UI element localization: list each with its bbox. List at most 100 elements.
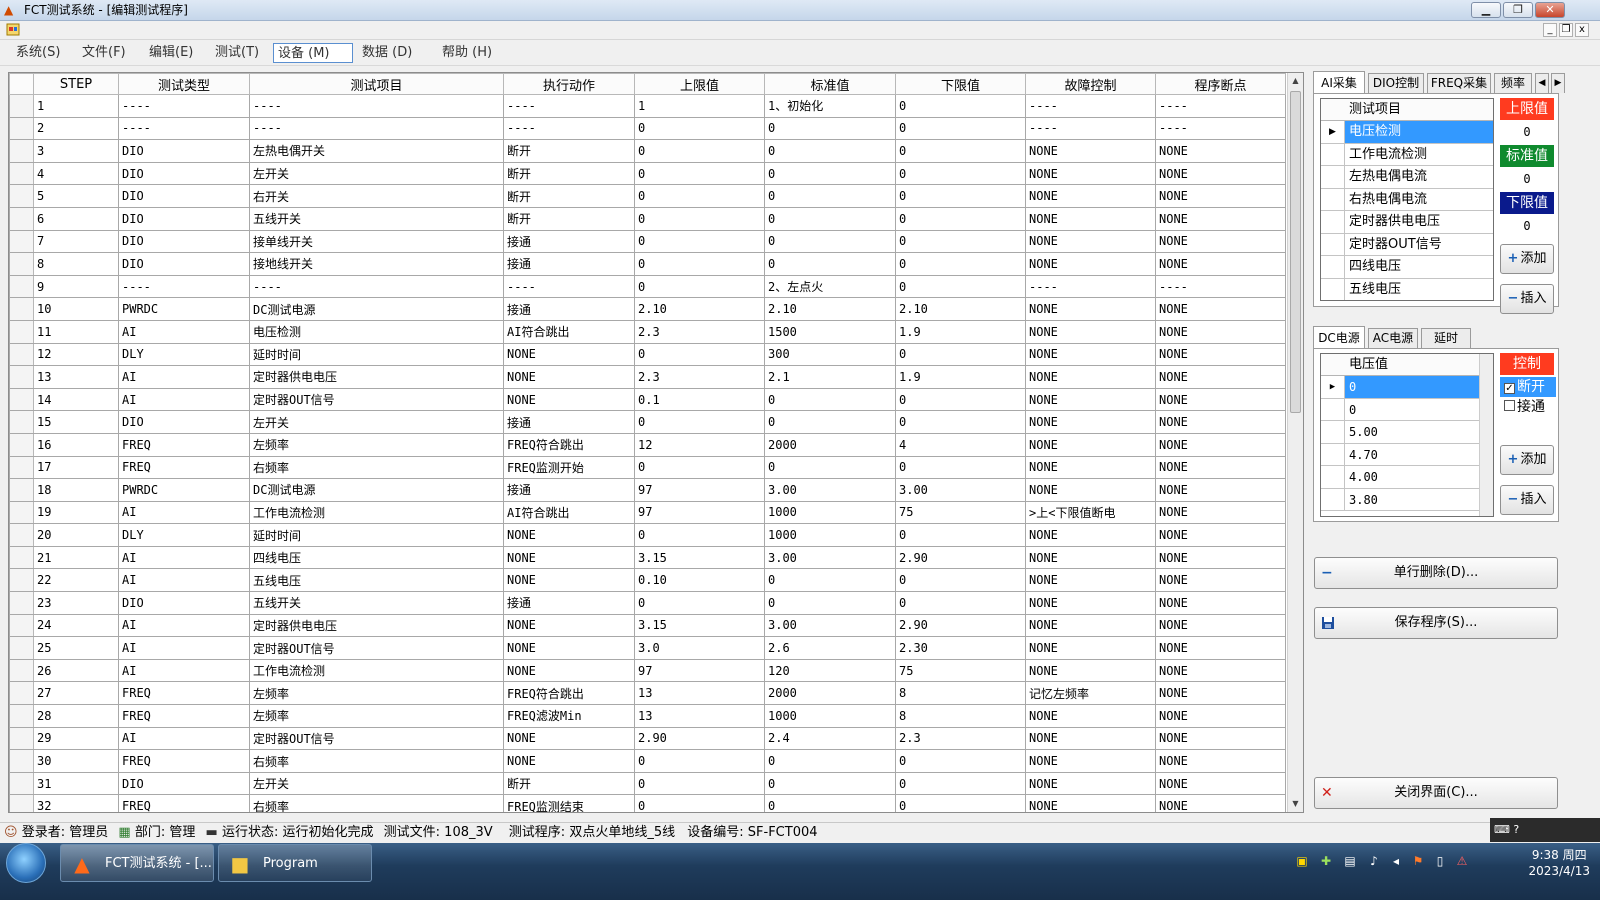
cell-item[interactable]: 左频率: [249, 432, 504, 457]
cell-standard[interactable]: 2、左点火: [764, 274, 896, 299]
table-row[interactable]: 12 DLY 延时时间 NONE 0 300 0 NONE NONE: [9, 342, 1286, 367]
cell-upper[interactable]: 2.3: [634, 319, 765, 344]
cell-fault[interactable]: NONE: [1025, 252, 1156, 276]
cell-upper[interactable]: 0: [634, 206, 765, 231]
cell-lower[interactable]: 3.00: [895, 478, 1026, 502]
cell-type[interactable]: FREQ: [118, 794, 250, 812]
cell-standard[interactable]: 0: [764, 591, 896, 615]
menu-device[interactable]: 设备 (M): [273, 43, 353, 63]
table-row[interactable]: 29 AI 定时器OUT信号 NONE 2.90 2.4 2.3 NONE NONE: [9, 726, 1286, 751]
table-row[interactable]: 5 DIO 右开关 断开 0 0 0 NONE NONE: [9, 184, 1286, 208]
cell-standard[interactable]: 120: [764, 658, 896, 683]
cell-step[interactable]: 20: [33, 523, 119, 547]
col-header-upper[interactable]: 上限值: [634, 73, 765, 95]
cell-type[interactable]: AI: [118, 613, 250, 638]
table-row[interactable]: 31 DIO 左开关 断开 0 0 0 NONE NONE: [9, 771, 1286, 796]
row-indicator[interactable]: [9, 568, 34, 593]
table-row[interactable]: 26 AI 工作电流检测 NONE 97 120 75 NONE NONE: [9, 658, 1286, 683]
cell-fault[interactable]: NONE: [1025, 545, 1156, 570]
upper-limit-value[interactable]: 0: [1500, 122, 1554, 142]
cell-upper[interactable]: 2.90: [634, 726, 765, 751]
tray-volume-icon[interactable]: ♪: [1366, 853, 1382, 869]
cell-step[interactable]: 25: [33, 636, 119, 660]
task-fct-app[interactable]: ▲ FCT测试系统 - [...: [60, 844, 214, 882]
row-indicator[interactable]: [9, 704, 34, 728]
cell-breakpoint[interactable]: NONE: [1155, 387, 1286, 412]
ai-item-list[interactable]: 测试项目 ▶ 电压检测 工作电流检测 左热电偶电流 右热电偶电流 定时器供电电压 定时器OU…: [1320, 98, 1494, 301]
cell-type[interactable]: FREQ: [118, 749, 250, 773]
tab-ac-power[interactable]: AC电源: [1368, 328, 1418, 348]
menu-file[interactable]: 文件(F): [78, 43, 130, 63]
cell-lower[interactable]: 0: [895, 591, 1026, 615]
cell-type[interactable]: DIO: [118, 252, 250, 276]
ai-list-item[interactable]: 工作电流检测: [1321, 143, 1493, 166]
cell-breakpoint[interactable]: NONE: [1155, 545, 1286, 570]
cell-action[interactable]: 断开: [503, 184, 635, 208]
row-indicator[interactable]: [9, 297, 34, 321]
cell-type[interactable]: AI: [118, 636, 250, 660]
cell-standard[interactable]: 1、初始化: [764, 94, 896, 118]
lower-limit-value[interactable]: 0: [1500, 216, 1554, 236]
cell-standard[interactable]: 2.6: [764, 636, 896, 660]
table-row[interactable]: 16 FREQ 左频率 FREQ符合跳出 12 2000 4 NONE NONE: [9, 432, 1286, 457]
cell-action[interactable]: NONE: [503, 545, 635, 570]
table-row[interactable]: 27 FREQ 左频率 FREQ符合跳出 13 2000 8 记忆左频率 NONE: [9, 681, 1286, 706]
cell-type[interactable]: DIO: [118, 591, 250, 615]
cell-fault[interactable]: NONE: [1025, 794, 1156, 812]
cell-step[interactable]: 24: [33, 613, 119, 638]
cell-item[interactable]: 定时器供电电压: [249, 613, 504, 638]
cell-breakpoint[interactable]: NONE: [1155, 613, 1286, 638]
tab-dio[interactable]: DIO控制: [1368, 73, 1424, 93]
menu-data[interactable]: 数据 (D): [358, 43, 416, 63]
cell-breakpoint[interactable]: NONE: [1155, 771, 1286, 796]
cell-action[interactable]: 接通: [503, 252, 635, 276]
table-row[interactable]: 9 ---- ---- ---- 0 2、左点火 0 ---- ----: [9, 274, 1286, 299]
table-row[interactable]: 13 AI 定时器供电电压 NONE 2.3 2.1 1.9 NONE NONE: [9, 365, 1286, 389]
cell-item[interactable]: ----: [249, 94, 504, 118]
cell-standard[interactable]: 0: [764, 749, 896, 773]
cell-type[interactable]: DIO: [118, 229, 250, 254]
cell-step[interactable]: 26: [33, 658, 119, 683]
cell-standard[interactable]: 2.1: [764, 365, 896, 389]
tab-delay[interactable]: 延时: [1421, 328, 1471, 348]
cell-action[interactable]: 接通: [503, 410, 635, 434]
cell-lower[interactable]: 8: [895, 681, 1026, 706]
cell-fault[interactable]: NONE: [1025, 636, 1156, 660]
cell-standard[interactable]: 0: [764, 568, 896, 593]
cell-step[interactable]: 15: [33, 410, 119, 434]
cell-step[interactable]: 29: [33, 726, 119, 751]
row-indicator[interactable]: [9, 523, 34, 547]
table-row[interactable]: 23 DIO 五线开关 接通 0 0 0 NONE NONE: [9, 591, 1286, 615]
cell-lower[interactable]: 0: [895, 410, 1026, 434]
cell-standard[interactable]: 0: [764, 410, 896, 434]
cell-type[interactable]: FREQ: [118, 681, 250, 706]
cell-step[interactable]: 23: [33, 591, 119, 615]
col-header-breakpoint[interactable]: 程序断点: [1155, 73, 1286, 95]
cell-lower[interactable]: 0: [895, 184, 1026, 208]
cell-breakpoint[interactable]: NONE: [1155, 410, 1286, 434]
cell-standard[interactable]: 2000: [764, 432, 896, 457]
task-program-folder[interactable]: ■ Program: [218, 844, 372, 882]
cell-standard[interactable]: 0: [764, 206, 896, 231]
cell-upper[interactable]: 0: [634, 794, 765, 812]
row-indicator[interactable]: [9, 432, 34, 457]
cell-breakpoint[interactable]: NONE: [1155, 500, 1286, 525]
cell-item[interactable]: 左开关: [249, 771, 504, 796]
tray-speaker-icon[interactable]: ◂: [1388, 853, 1404, 869]
cell-lower[interactable]: 0: [895, 116, 1026, 141]
table-row[interactable]: 11 AI 电压检测 AI符合跳出 2.3 1500 1.9 NONE NONE: [9, 319, 1286, 344]
cell-item[interactable]: 定时器供电电压: [249, 365, 504, 389]
scroll-up-icon[interactable]: ▲: [1288, 73, 1303, 89]
cell-upper[interactable]: 12: [634, 432, 765, 457]
cell-upper[interactable]: 0: [634, 116, 765, 141]
col-header-type[interactable]: 测试类型: [118, 73, 250, 95]
cell-item[interactable]: 右频率: [249, 794, 504, 812]
col-header-standard[interactable]: 标准值: [764, 73, 896, 95]
dc-list-item[interactable]: 4.00: [1321, 466, 1493, 489]
cell-lower[interactable]: 0: [895, 387, 1026, 412]
ai-list-item[interactable]: 右热电偶电流: [1321, 188, 1493, 211]
cell-action[interactable]: 断开: [503, 771, 635, 796]
cell-item[interactable]: 定时器OUT信号: [249, 636, 504, 660]
cell-item[interactable]: 定时器OUT信号: [249, 726, 504, 751]
table-row[interactable]: 28 FREQ 左频率 FREQ滤波Min 13 1000 8 NONE NONE: [9, 704, 1286, 728]
